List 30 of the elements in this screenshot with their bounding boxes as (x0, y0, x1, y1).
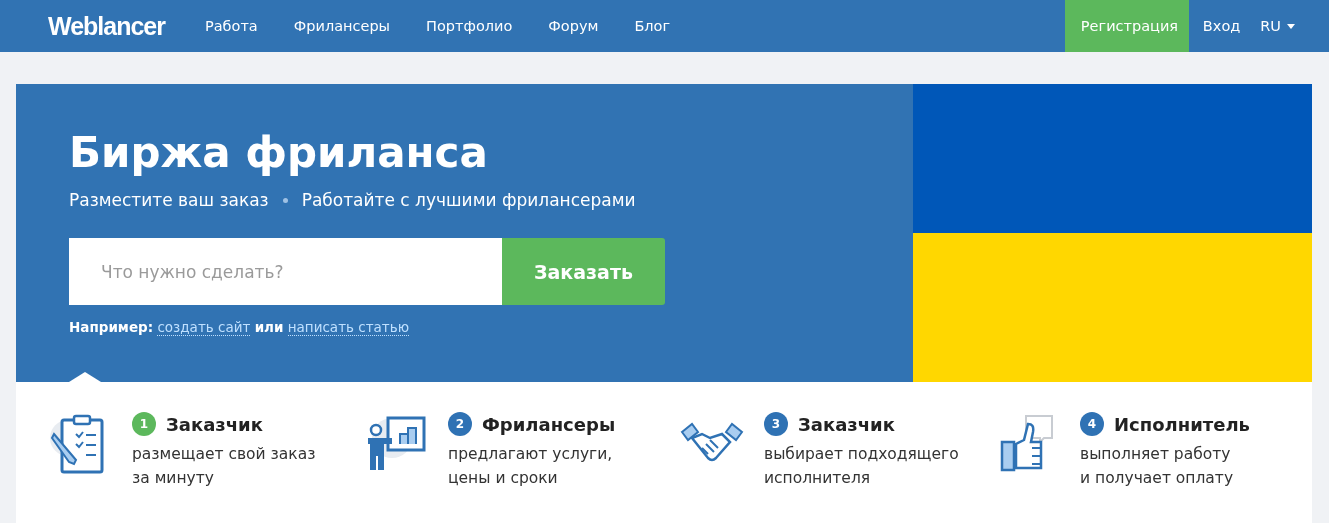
example-link[interactable]: создать сайт (157, 319, 251, 336)
separator-dot (282, 197, 288, 203)
nav-link[interactable]: Форум (530, 18, 617, 34)
nav-link[interactable]: Блог (616, 18, 689, 34)
pointer-notch (69, 372, 101, 382)
example-link[interactable]: написать статью (287, 319, 409, 336)
nav-link[interactable]: Портфолио (408, 18, 531, 34)
step-description: выполняет работу и получает оплату (1080, 444, 1235, 489)
caret-icon (1287, 23, 1295, 29)
step-number: 4 (1080, 412, 1104, 436)
hero-title: Биржа фриланса (69, 128, 489, 178)
language-selector[interactable]: RU (1260, 18, 1295, 34)
step-number: 3 (764, 412, 788, 436)
nav-link[interactable]: Работа (187, 18, 276, 34)
nav-link[interactable]: Фрилансеры (275, 18, 409, 34)
step-title: Исполнитель (1114, 413, 1250, 435)
step-number: 1 (132, 412, 156, 436)
logo[interactable]: Weblancer (48, 11, 165, 41)
step-description: предлагают услуги, цены и сроки (448, 444, 614, 489)
step-description: размещает свой заказ за минуту (132, 444, 316, 489)
subtitle: Разместите ваш заказ (69, 190, 269, 210)
search-field[interactable]: Что нужно сделать? (69, 238, 502, 305)
subtitle: Работайте с лучшими фрилансерами (301, 190, 636, 210)
login-link[interactable]: Вход (1188, 18, 1261, 34)
step-description: выбирает подходящего исполнителя (764, 444, 959, 489)
step-number: 2 (448, 412, 472, 436)
step-title: Заказчик (798, 413, 895, 435)
step-title: Заказчик (166, 413, 263, 435)
example-text: Например: создать сайт или написать статью (69, 319, 410, 335)
step-title: Фрилансеры (482, 413, 616, 435)
